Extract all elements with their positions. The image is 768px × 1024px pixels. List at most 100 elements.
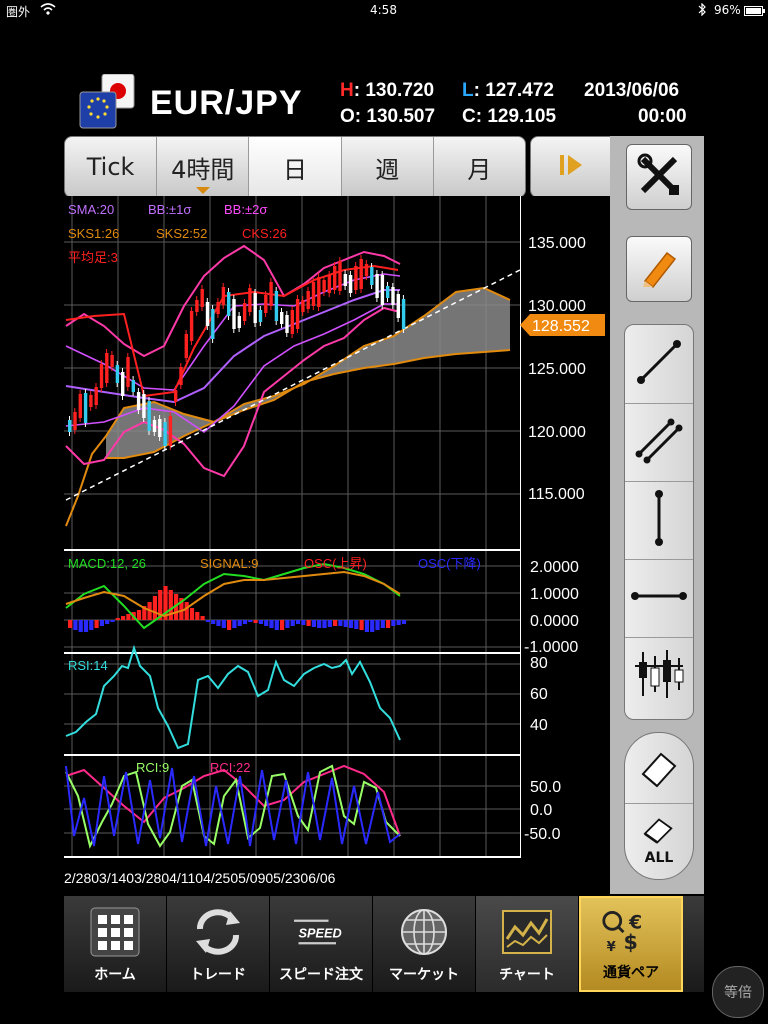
macd-histogram-bar bbox=[83, 620, 89, 632]
low-value: L: 127.472 bbox=[462, 80, 554, 101]
macd-histogram-bar bbox=[333, 620, 338, 626]
candle-body bbox=[142, 394, 146, 418]
vertical-line-tool[interactable] bbox=[625, 481, 693, 560]
line-tools-group bbox=[624, 324, 694, 720]
status-bar: 圏外 4:58 96% bbox=[0, 0, 768, 20]
macd-histogram-bar bbox=[221, 620, 226, 628]
svg-text:BB:±1σ: BB:±1σ bbox=[148, 202, 191, 217]
candle-body bbox=[343, 274, 347, 286]
tab-chart[interactable]: チャート bbox=[476, 896, 579, 992]
macd-histogram-bar bbox=[338, 620, 343, 626]
candle-body bbox=[211, 309, 215, 339]
open-value: O: 130.507 bbox=[340, 106, 436, 127]
date-text: 2013/06/06 bbox=[584, 80, 680, 101]
svg-text:50.0: 50.0 bbox=[530, 779, 561, 796]
macd-histogram-bar bbox=[232, 620, 237, 628]
tab-home[interactable]: ホーム bbox=[64, 896, 167, 992]
tab-4hour[interactable]: 4時間 bbox=[157, 137, 250, 197]
trendline-icon bbox=[635, 338, 683, 390]
candle-tool[interactable] bbox=[625, 637, 693, 715]
macd-histogram-bar bbox=[327, 620, 332, 627]
svg-text:80: 80 bbox=[530, 655, 548, 672]
settings-button[interactable] bbox=[626, 144, 692, 210]
svg-text:SKS1:26: SKS1:26 bbox=[68, 226, 119, 241]
close-value: C: 129.105 bbox=[462, 106, 557, 127]
candle-body bbox=[327, 275, 332, 293]
draw-mode-button[interactable] bbox=[626, 236, 692, 302]
svg-text:2.0000: 2.0000 bbox=[530, 559, 579, 576]
svg-text:SMA:20: SMA:20 bbox=[68, 202, 114, 217]
macd-histogram-bar bbox=[274, 620, 279, 630]
wifi-icon bbox=[40, 3, 56, 18]
macd-histogram-bar bbox=[301, 620, 306, 625]
price-chart[interactable]: 135.000 130.000 125.000 120.000 115.000 … bbox=[64, 196, 610, 870]
candle-body bbox=[121, 372, 125, 396]
candle-body bbox=[179, 367, 183, 385]
candle-body bbox=[370, 267, 374, 285]
svg-text:OSC(上昇): OSC(上昇) bbox=[304, 556, 367, 571]
macd-histogram-bar bbox=[370, 620, 375, 632]
svg-text:¥: ¥ bbox=[607, 940, 616, 955]
macd-histogram-bar bbox=[359, 620, 364, 630]
svg-text:130.000: 130.000 bbox=[528, 298, 586, 315]
svg-text:115.000: 115.000 bbox=[528, 486, 585, 503]
tab-monthly[interactable]: 月 bbox=[434, 137, 525, 197]
candle-body bbox=[73, 412, 77, 430]
tab-speed-order[interactable]: SPEED スピード注文 bbox=[270, 896, 373, 992]
dropdown-arrow-icon bbox=[195, 187, 210, 194]
macd-histogram-bar bbox=[401, 620, 407, 624]
candle-body bbox=[242, 303, 247, 321]
horizontal-line-tool[interactable] bbox=[625, 559, 693, 638]
zoom-button[interactable]: 等倍 bbox=[712, 966, 764, 1018]
svg-text:128.552: 128.552 bbox=[532, 318, 590, 335]
candle-body bbox=[401, 299, 406, 329]
candle-body bbox=[237, 316, 241, 328]
candle-body bbox=[264, 295, 268, 313]
tab-trade[interactable]: トレード bbox=[167, 896, 270, 992]
svg-text:RCI:22: RCI:22 bbox=[210, 760, 250, 775]
svg-text:60: 60 bbox=[530, 686, 548, 703]
candle-body bbox=[317, 277, 321, 307]
macd-histogram-bar bbox=[237, 620, 242, 626]
forward-button[interactable] bbox=[530, 136, 612, 198]
candle-body bbox=[105, 353, 109, 383]
trendline-tool[interactable] bbox=[625, 325, 693, 404]
panel-divider bbox=[64, 549, 520, 551]
macd-histogram-bar bbox=[269, 620, 274, 628]
candle-body bbox=[391, 287, 395, 305]
candle-body bbox=[322, 280, 326, 292]
macd-histogram-bar bbox=[280, 620, 285, 630]
macd-histogram-bar bbox=[343, 620, 348, 627]
svg-text:SPEED: SPEED bbox=[299, 925, 342, 940]
candle-body bbox=[168, 416, 173, 446]
candle-body bbox=[311, 282, 316, 306]
candle-body bbox=[94, 387, 98, 405]
eraser-button[interactable] bbox=[625, 737, 693, 804]
candle-body bbox=[386, 286, 390, 298]
macd-histogram-bar bbox=[68, 620, 73, 628]
tab-weekly[interactable]: 週 bbox=[342, 137, 434, 197]
battery-text: 96% bbox=[714, 3, 741, 17]
candle-body bbox=[253, 293, 257, 323]
macd-histogram-bar bbox=[227, 620, 232, 630]
tab-currency-pair[interactable]: € $ ¥ 通貨ペア bbox=[579, 896, 683, 992]
erase-all-button[interactable]: ALL bbox=[625, 805, 693, 877]
macd-histogram-bar bbox=[89, 620, 94, 630]
candle-body bbox=[147, 401, 151, 431]
svg-text:135.000: 135.000 bbox=[528, 235, 586, 252]
candle-body bbox=[227, 292, 231, 316]
tab-tick[interactable]: Tick bbox=[65, 137, 158, 197]
svg-text:-50.0: -50.0 bbox=[524, 826, 561, 843]
eraser-tools-group: ALL bbox=[624, 732, 694, 880]
macd-histogram-bar bbox=[290, 620, 295, 626]
tab-market[interactable]: マーケット bbox=[373, 896, 476, 992]
play-forward-icon bbox=[558, 151, 584, 183]
svg-text:-1.0000: -1.0000 bbox=[524, 639, 578, 656]
candle-body bbox=[158, 419, 162, 437]
macd-histogram-bar bbox=[216, 620, 221, 626]
channel-tool[interactable] bbox=[625, 403, 693, 482]
candle-body bbox=[396, 294, 400, 318]
tab-daily[interactable]: 日 bbox=[249, 137, 342, 197]
candle-body bbox=[184, 334, 188, 358]
bluetooth-icon bbox=[698, 2, 706, 19]
